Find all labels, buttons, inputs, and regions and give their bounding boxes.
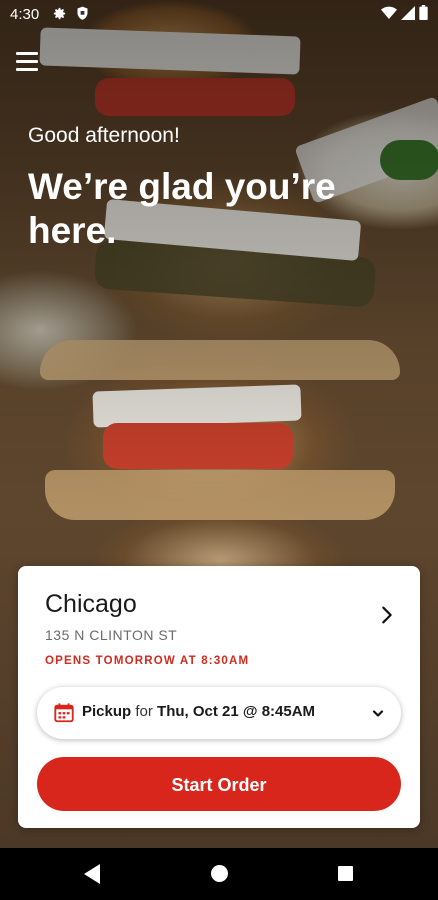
hours-status: OPENS TOMORROW AT 8:30AM (45, 655, 250, 667)
greeting-text: Good afternoon! (28, 124, 180, 147)
chevron-right-icon[interactable] (376, 604, 398, 626)
nav-home-icon[interactable] (211, 865, 228, 882)
location-address: 135 N CLINTON ST (45, 627, 178, 643)
shield-icon (76, 6, 89, 24)
pickup-summary: Pickup for Thu, Oct 21 @ 8:45AM (82, 703, 315, 720)
pickup-time-selector[interactable]: Pickup for Thu, Oct 21 @ 8:45AM (37, 687, 401, 739)
battery-icon (419, 5, 428, 25)
location-city: Chicago (45, 590, 137, 618)
nav-back-icon[interactable] (84, 864, 100, 884)
hamburger-menu-icon[interactable] (16, 52, 38, 72)
gear-icon (52, 6, 67, 24)
pickup-datetime: Thu, Oct 21 @ 8:45AM (157, 703, 316, 720)
calendar-icon (53, 702, 75, 724)
nav-recents-icon[interactable] (338, 866, 353, 881)
pickup-mode: Pickup (82, 703, 132, 720)
chevron-down-icon (371, 707, 385, 719)
start-order-button[interactable]: Start Order (37, 757, 401, 811)
status-bar: 4:30 (0, 0, 438, 28)
wifi-icon (381, 6, 397, 25)
headline-text: We’re glad you’re here. (28, 166, 336, 251)
android-nav-bar (0, 848, 438, 900)
status-time: 4:30 (10, 6, 40, 23)
signal-icon (401, 5, 415, 25)
pickup-connector: for (135, 703, 153, 720)
location-card: Chicago 135 N CLINTON ST OPENS TOMORROW … (18, 566, 420, 828)
